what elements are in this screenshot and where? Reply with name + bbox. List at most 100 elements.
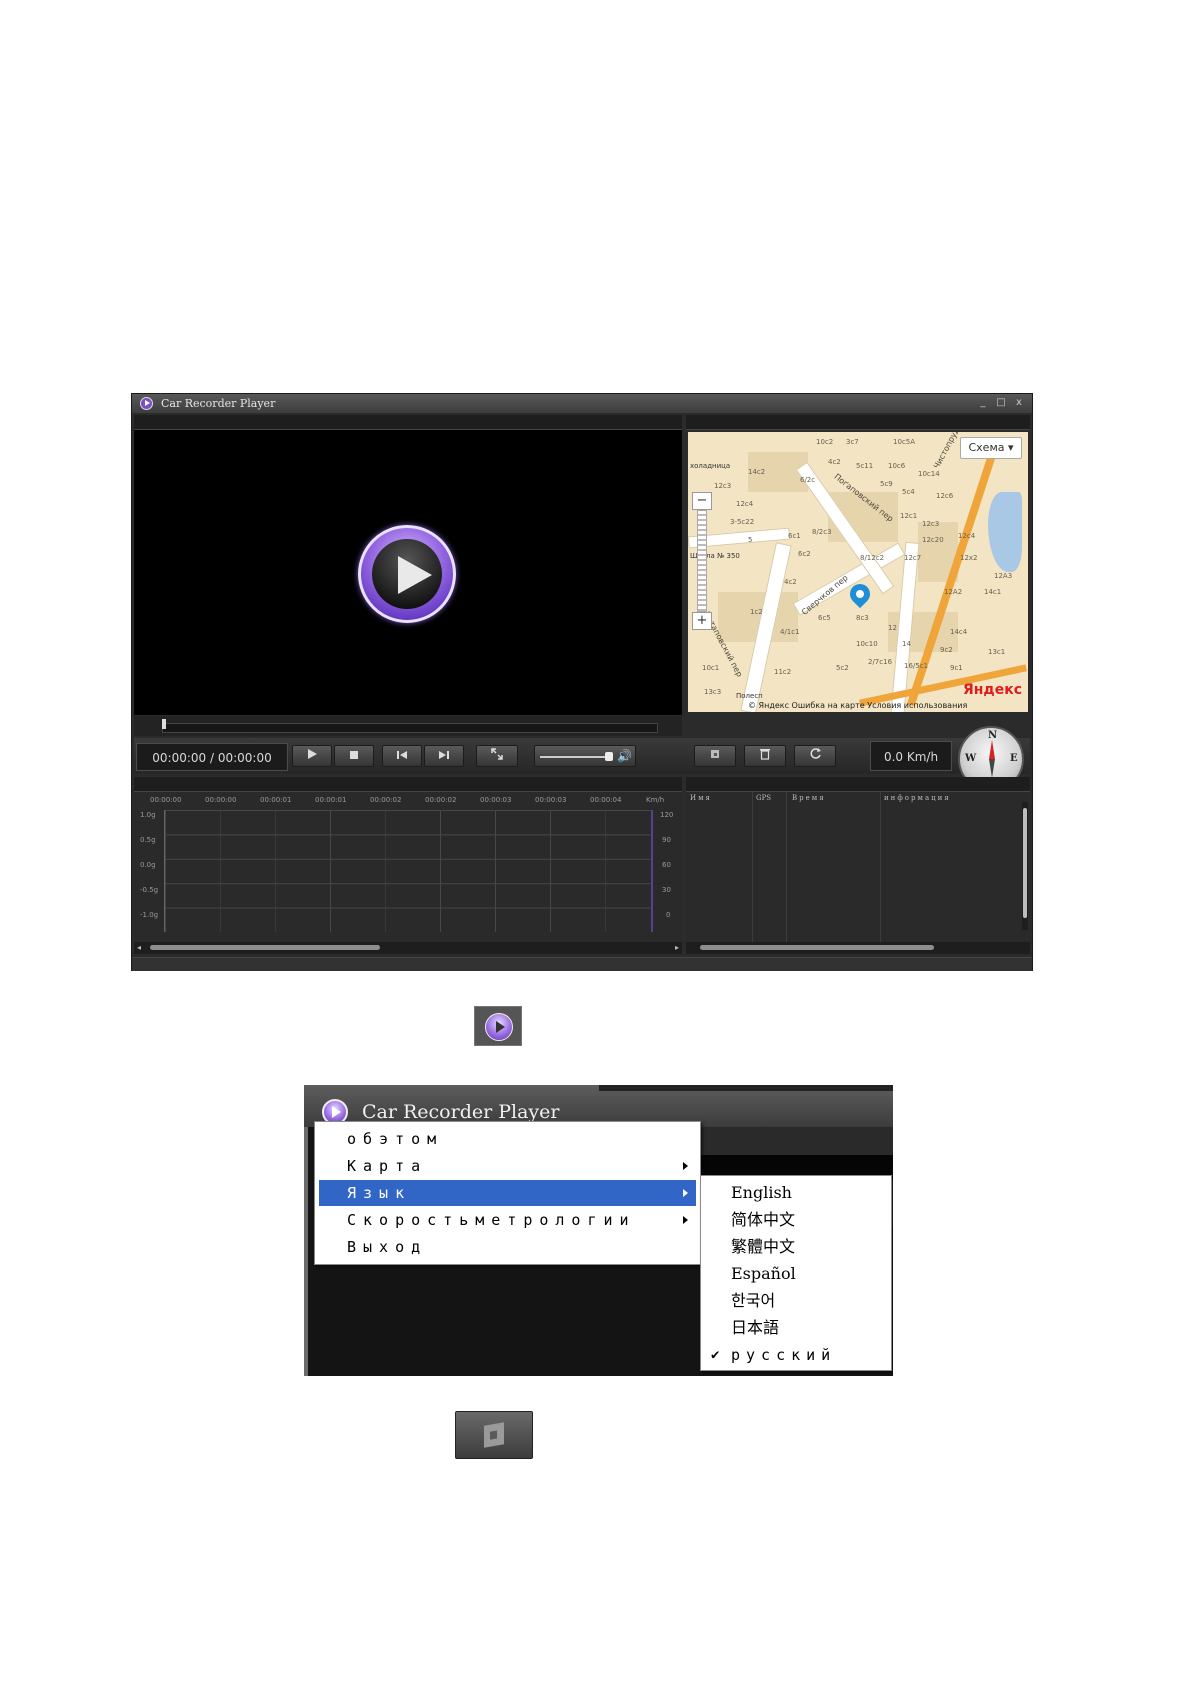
map-label: 14с1 [984, 588, 1002, 596]
fullscreen-button[interactable] [476, 745, 518, 767]
window-edge [304, 1085, 308, 1376]
graph-time-label: 00:00:00 [150, 796, 182, 804]
map-label: 3-5с22 [730, 518, 755, 526]
map-label: 12с3 [714, 482, 732, 490]
language-russian[interactable]: ✔ русский [705, 1342, 887, 1368]
list-horizontal-scrollbar[interactable] [686, 942, 1030, 954]
volume-track[interactable] [540, 756, 610, 758]
map-label: 1с2 [750, 608, 763, 616]
map-label: 10с2 [816, 438, 834, 446]
speed-display: 0.0 Km/h [870, 741, 952, 771]
language-simplified-chinese[interactable]: 简体中文 [705, 1207, 887, 1233]
big-play-icon[interactable] [358, 525, 456, 623]
menu-item-exit[interactable]: Выход [319, 1234, 696, 1260]
file-list[interactable]: Имя GPS Время информация [686, 792, 1030, 942]
map-label: 8/12с2 [860, 554, 885, 562]
menu-item-speed-units[interactable]: Скоростьметрологии [319, 1207, 696, 1233]
control-bar: 00:00:00 / 00:00:00 🔊 0.0 Km/h N W E [134, 726, 1030, 792]
zoom-in-button[interactable]: + [692, 612, 712, 630]
list-vertical-scrollbar[interactable] [1022, 802, 1028, 930]
map-brand-logo: Яндекс [962, 682, 1022, 698]
map-label: 10с14 [918, 470, 940, 478]
map-footer[interactable]: © Яндекс Ошибка на карте Условия использ… [748, 701, 967, 710]
language-english[interactable]: English [705, 1180, 887, 1206]
menu-item-label: Выход [347, 1238, 428, 1256]
column-header-time[interactable]: Время [792, 794, 826, 802]
snapshot-icon [455, 1411, 533, 1459]
language-label: русский [731, 1346, 837, 1364]
list-scroll-thumb[interactable] [1023, 808, 1027, 918]
column-header-info[interactable]: информация [884, 794, 951, 802]
graph-time-label: 00:00:03 [480, 796, 512, 804]
language-traditional-chinese[interactable]: 繁體中文 [705, 1234, 887, 1260]
graph-time-label: 00:00:02 [370, 796, 402, 804]
volume-slider[interactable]: 🔊 [534, 745, 636, 767]
menu-item-map[interactable]: Карта [319, 1153, 696, 1179]
speaker-icon[interactable]: 🔊 [617, 746, 632, 766]
checkmark-icon: ✔ [711, 1347, 726, 1363]
map-label: 12с3 [922, 520, 940, 528]
zoom-out-button[interactable]: − [692, 492, 712, 510]
submenu-arrow-icon [683, 1162, 688, 1170]
map-label: 12с6 [936, 492, 954, 500]
app-logo-icon[interactable] [140, 397, 153, 410]
stop-button[interactable] [334, 745, 374, 767]
map-zoom-control[interactable]: − + [692, 492, 712, 632]
title-bar: Car Recorder Player _ □ x [132, 394, 1032, 413]
compass-needle-south [989, 759, 995, 778]
language-korean[interactable]: 한국어 [705, 1288, 887, 1314]
map-label: 8/2с3 [812, 528, 832, 536]
list-column [686, 792, 753, 942]
video-header [134, 415, 682, 430]
menu-item-language[interactable]: Язык [319, 1180, 696, 1206]
menu-screenshot: Car Recorder Player обэтом Карта Язык Ск… [304, 1085, 893, 1376]
refresh-button[interactable] [794, 745, 836, 767]
close-button[interactable]: x [1010, 397, 1028, 409]
seek-bar[interactable] [134, 716, 682, 736]
scroll-right-icon[interactable]: ▸ [675, 942, 679, 954]
map-label: 12с1 [900, 512, 918, 520]
speed-axis-label: 60 [662, 861, 671, 869]
list-hscroll-thumb[interactable] [700, 945, 934, 950]
maximize-button[interactable]: □ [992, 397, 1010, 409]
map-label: 3с7 [846, 438, 859, 446]
app-context-menu: обэтом Карта Язык Скоростьметрологии Вых… [314, 1121, 701, 1265]
delete-button[interactable] [744, 745, 786, 767]
scroll-left-icon[interactable]: ◂ [137, 942, 141, 954]
map-label: 4с2 [784, 578, 797, 586]
play-icon [308, 749, 317, 759]
snapshot-button[interactable] [694, 745, 736, 767]
minimize-button[interactable]: _ [974, 397, 992, 409]
seek-track[interactable] [162, 723, 658, 733]
map-label: 13с3 [704, 688, 722, 696]
snapshot-glyph [484, 1422, 504, 1448]
play-button[interactable] [292, 745, 332, 767]
seek-handle[interactable] [162, 719, 166, 729]
menu-item-about[interactable]: обэтом [319, 1126, 696, 1152]
g-axis-label: 1.0g [140, 811, 156, 819]
speed-unit-label: Km/h [646, 796, 665, 804]
g-axis-label: -1.0g [140, 911, 159, 919]
menu-item-label: обэтом [347, 1130, 444, 1148]
video-area[interactable] [134, 430, 682, 715]
delete-icon [760, 749, 770, 760]
zoom-slider[interactable] [697, 510, 707, 612]
map-layer-dropdown[interactable]: Схема ▾ [960, 437, 1022, 459]
column-header-gps[interactable]: GPS [756, 794, 771, 802]
volume-handle[interactable] [605, 752, 613, 761]
map-label: 5 [748, 536, 753, 544]
language-spanish[interactable]: Español [705, 1261, 887, 1287]
map-view[interactable]: 10с2 3с7 10с5А 4с2 5с11 10с6 6/2с 14с2 1… [688, 432, 1028, 712]
compass-east: E [1010, 753, 1018, 764]
column-header-name[interactable]: Имя [690, 794, 712, 802]
map-label: 5с11 [856, 462, 874, 470]
next-button[interactable] [424, 745, 464, 767]
map-label: 12с4 [958, 532, 976, 540]
language-japanese[interactable]: 日本語 [705, 1315, 887, 1341]
graph-scroll-thumb[interactable] [150, 945, 380, 950]
graph-horizontal-scrollbar[interactable]: ◂ ▸ [134, 942, 682, 954]
map-label: Полесп [736, 692, 763, 700]
map-label: 9с2 [940, 646, 953, 654]
previous-button[interactable] [382, 745, 422, 767]
speed-axis-label: 120 [660, 811, 674, 819]
